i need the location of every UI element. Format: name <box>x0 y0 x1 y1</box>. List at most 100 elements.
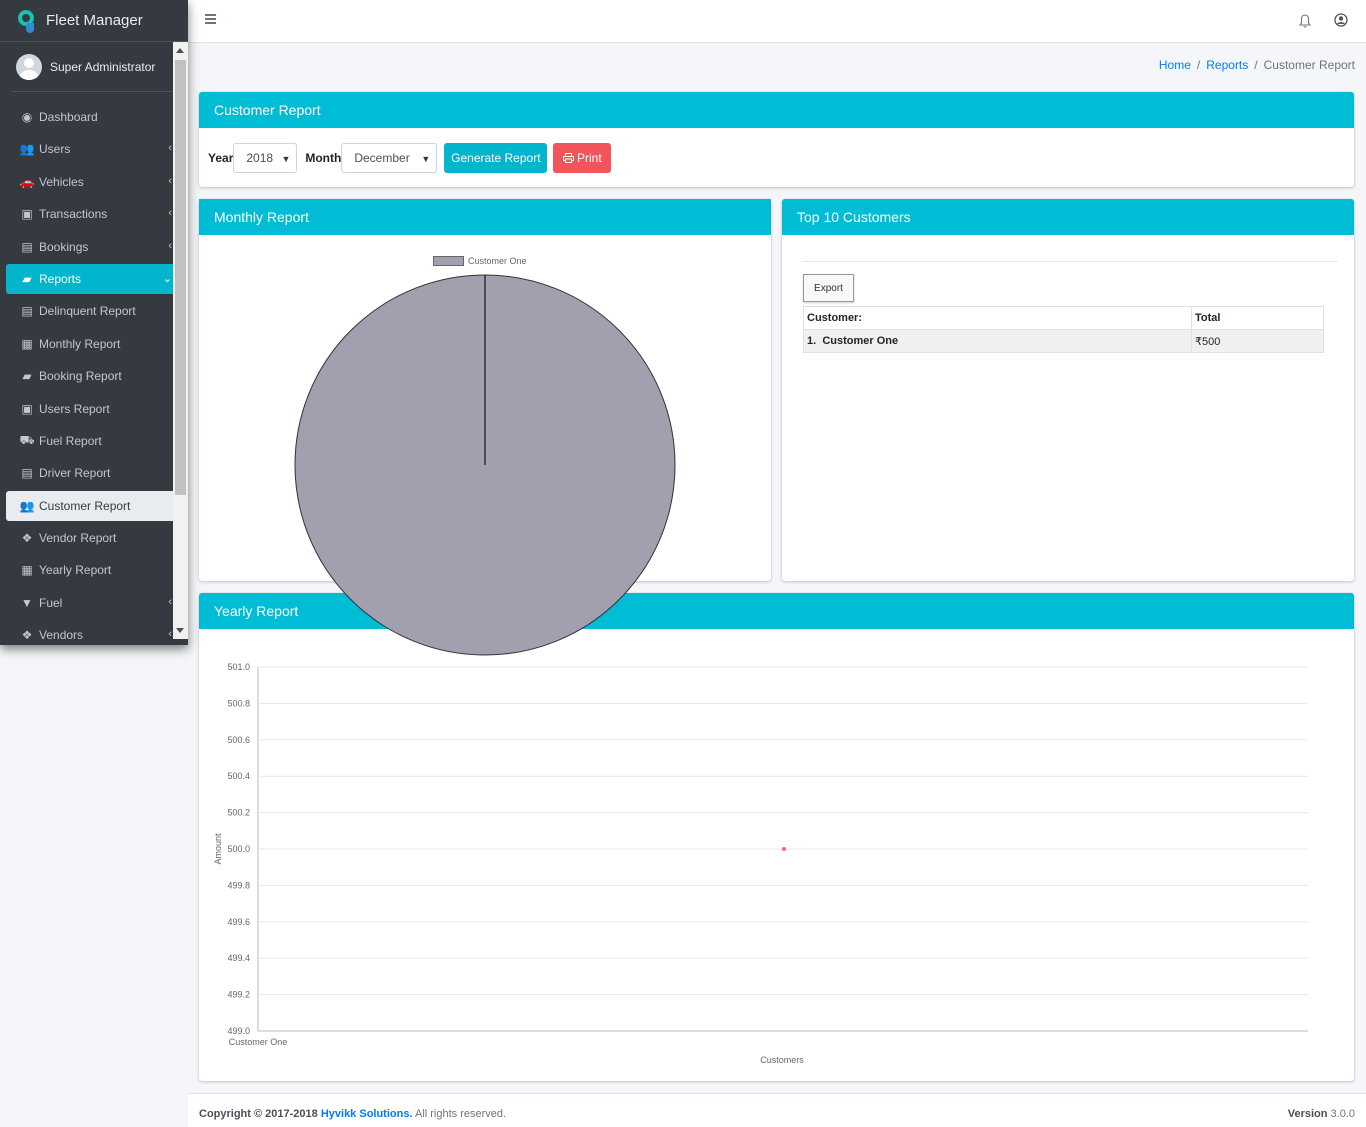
file-icon: ▤ <box>21 304 33 319</box>
sidebar-item-vehicles[interactable]: 🚗 Vehicles ‹ <box>6 167 182 197</box>
y-tick-label: 501.0 <box>227 662 250 672</box>
sidebar-item-label: Vehicles <box>39 174 84 189</box>
print-label: Print <box>577 151 602 165</box>
company-link[interactable]: Hyvikk Solutions. <box>321 1108 413 1120</box>
y-tick-label: 499.4 <box>227 953 250 963</box>
sidebar-item-users[interactable]: 👥 Users ‹ <box>6 134 182 164</box>
sidebar-item-users-report[interactable]: ▣ Users Report <box>6 394 182 424</box>
x-tick-label: Customer One <box>229 1037 288 1047</box>
avatar <box>16 53 42 80</box>
customer-report-card: Customer Report Year 2018 ▼ Month Decemb… <box>199 92 1354 187</box>
x-axis-label: Customers <box>760 1055 804 1065</box>
sidebar-item-booking-report[interactable]: ▰ Booking Report <box>6 361 182 391</box>
customer-name: Customer One <box>822 335 899 347</box>
scroll-down-arrow-icon[interactable] <box>176 628 184 633</box>
top-navbar <box>188 0 1366 43</box>
print-button[interactable]: Print <box>553 143 612 173</box>
table-row[interactable]: 1. Customer One ₹500 <box>803 329 1324 353</box>
users-icon: 👥 <box>19 498 35 513</box>
chevron-down-icon: ⌄ <box>162 272 172 285</box>
sidebar-item-label: Fuel Report <box>39 433 102 448</box>
sidebar-item-label: Transactions <box>39 207 108 222</box>
report-filter-form: Year 2018 ▼ Month December ▼ Generate Re… <box>208 143 612 173</box>
top-customers-title: Top 10 Customers <box>782 199 1354 235</box>
sidebar: Fleet Manager Super Administrator ◉ Dashb… <box>0 0 188 645</box>
breadcrumb-reports[interactable]: Reports <box>1206 58 1248 72</box>
sidebar-item-label: Monthly Report <box>39 336 121 351</box>
sidebar-item-reports[interactable]: ▰ Reports ⌄ <box>6 263 182 294</box>
sidebar-item-label: Vendors <box>39 628 84 643</box>
sidebar-item-dashboard[interactable]: ◉ Dashboard <box>6 102 182 132</box>
chevron-left-icon: ‹ <box>168 628 172 641</box>
export-button[interactable]: Export <box>803 274 854 302</box>
breadcrumb: Home / Reports / Customer Report <box>1159 58 1355 72</box>
chevron-down-icon: ▼ <box>281 154 291 164</box>
sidebar-item-vendors[interactable]: ❖ Vendors ‹ <box>6 620 182 645</box>
sidebar-item-label: Fuel <box>39 595 63 610</box>
sidebar-item-label: Bookings <box>39 239 89 254</box>
sidebar-item-vendor-report[interactable]: ❖ Vendor Report <box>6 523 182 553</box>
year-select[interactable]: 2018 ▼ <box>233 143 298 173</box>
sidebar-item-label: Yearly Report <box>39 563 112 578</box>
year-label: Year <box>208 151 234 165</box>
monthly-pie-chart <box>294 274 676 656</box>
sidebar-item-delinquent-report[interactable]: ▤ Delinquent Report <box>6 296 182 326</box>
sidebar-item-label: Reports <box>39 271 82 286</box>
cubes-icon: ❖ <box>21 531 33 546</box>
y-axis-label: Amount <box>213 833 223 865</box>
menu-toggle-icon[interactable] <box>205 14 216 26</box>
sidebar-item-fuel[interactable]: ▼ Fuel ‹ <box>6 588 182 618</box>
calendar-icon: ▦ <box>21 563 33 578</box>
sidebar-item-customer-report[interactable]: 👥 Customer Report <box>6 490 182 521</box>
user-panel[interactable]: Super Administrator <box>11 42 177 92</box>
user-name: Super Administrator <box>50 59 156 74</box>
sidebar-item-label: Driver Report <box>39 466 111 481</box>
y-tick-label: 500.8 <box>227 698 250 708</box>
y-tick-label: 499.0 <box>227 1026 250 1036</box>
sidebar-item-driver-report[interactable]: ▤ Driver Report <box>6 458 182 488</box>
money-icon: ▣ <box>21 207 33 222</box>
sidebar-item-bookings[interactable]: ▤ Bookings ‹ <box>6 232 182 262</box>
divider <box>802 261 1338 262</box>
scroll-thumb[interactable] <box>175 60 186 495</box>
copyright-text: Copyright © 2017-2018 <box>199 1108 318 1120</box>
data-point[interactable] <box>782 847 786 851</box>
total-cell: ₹500 <box>1191 329 1324 353</box>
footer-copyright: Copyright © 2017-2018 Hyvikk Solutions. … <box>199 1108 506 1120</box>
breadcrumb-home[interactable]: Home <box>1159 58 1191 72</box>
sidebar-item-label: Users Report <box>39 401 110 416</box>
rights-text: All rights reserved. <box>414 1108 507 1120</box>
sidebar-item-fuel-report[interactable]: ⛟ Fuel Report <box>6 426 182 456</box>
print-icon <box>563 153 574 163</box>
sidebar-item-label: Dashboard <box>39 110 98 124</box>
truck-icon: ⛟ <box>19 432 35 447</box>
scroll-up-arrow-icon[interactable] <box>176 48 184 53</box>
sidebar-item-monthly-report[interactable]: ▦ Monthly Report <box>6 329 182 359</box>
chevron-left-icon: ‹ <box>168 174 172 187</box>
sidebar-item-yearly-report[interactable]: ▦ Yearly Report <box>6 555 182 585</box>
sidebar-item-label: Customer Report <box>39 498 131 513</box>
month-select[interactable]: December ▼ <box>341 143 438 173</box>
generate-report-button[interactable]: Generate Report <box>444 143 548 173</box>
dashboard-icon: ◉ <box>21 110 33 124</box>
top-customers-card: Top 10 Customers Export Customer: Total … <box>782 199 1354 581</box>
y-tick-label: 499.6 <box>227 917 250 927</box>
top-customers-table: Customer: Total 1. Customer One ₹500 <box>803 306 1324 353</box>
chevron-left-icon: ‹ <box>168 142 172 155</box>
sidebar-item-label: Delinquent Report <box>39 304 136 319</box>
row-index: 1. <box>807 335 817 347</box>
y-tick-label: 500.4 <box>227 771 250 781</box>
id-card-icon: ▤ <box>21 466 33 481</box>
sidebar-scrollbar[interactable] <box>173 42 188 639</box>
user-circle-icon[interactable] <box>1334 13 1348 27</box>
sidebar-item-transactions[interactable]: ▣ Transactions ‹ <box>6 199 182 229</box>
version-label: Version <box>1287 1108 1328 1120</box>
chevron-left-icon: ‹ <box>168 595 172 608</box>
version-number: 3.0.0 <box>1330 1108 1355 1120</box>
users-icon: 👥 <box>19 142 35 157</box>
y-tick-label: 499.2 <box>227 990 250 1000</box>
yearly-report-card: Yearly Report 501.0 500.8 500.6 500.4 500.2 5… <box>199 593 1354 1081</box>
bell-icon[interactable] <box>1299 14 1311 28</box>
footer: Copyright © 2017-2018 Hyvikk Solutions. … <box>188 1093 1366 1127</box>
brand[interactable]: Fleet Manager <box>0 0 188 42</box>
